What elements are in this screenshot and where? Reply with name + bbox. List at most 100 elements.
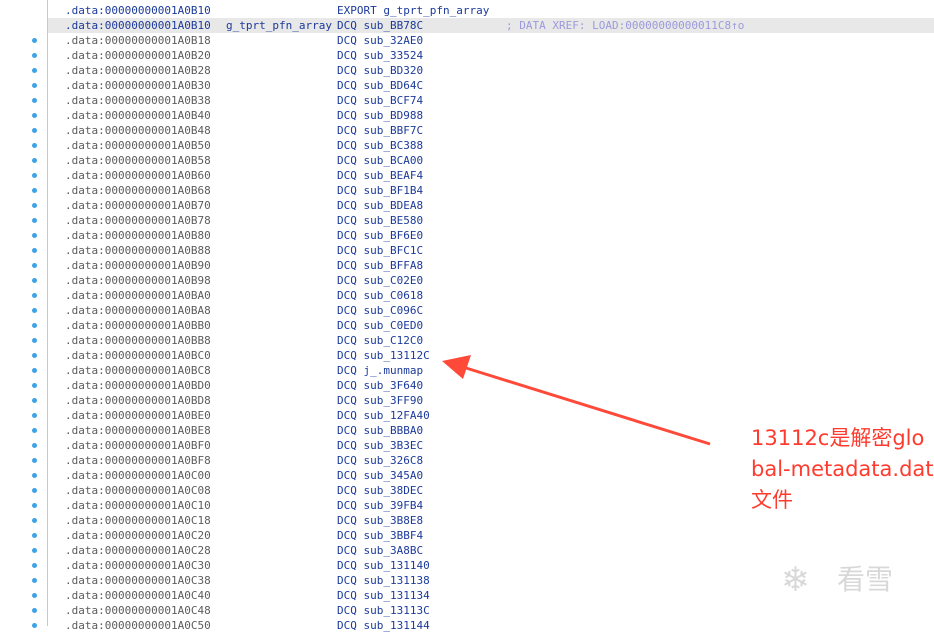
row-instruction: DCQ sub_BD320 <box>337 64 424 77</box>
breakpoint-dot-icon[interactable] <box>32 398 37 403</box>
breakpoint-dot-icon[interactable] <box>32 518 37 523</box>
breakpoint-dot-icon[interactable] <box>32 443 37 448</box>
listing-row[interactable]: .data:00000000001A0B58 DCQ sub_BCA00 <box>48 153 934 168</box>
row-instruction: DCQ sub_BEAF4 <box>337 169 424 182</box>
row-address: .data:00000000001A0B60 <box>65 169 211 182</box>
row-address: .data:00000000001A0B70 <box>65 199 211 212</box>
row-instruction: DCQ sub_BFFA8 <box>337 259 424 272</box>
breakpoint-dot-icon[interactable] <box>32 278 37 283</box>
listing-row[interactable]: .data:00000000001A0BB0 DCQ sub_C0ED0 <box>48 318 934 333</box>
listing-row[interactable]: .data:00000000001A0BD0 DCQ sub_3F640 <box>48 378 934 393</box>
row-address: .data:00000000001A0BB0 <box>65 319 211 332</box>
breakpoint-dot-icon[interactable] <box>32 38 37 43</box>
row-instruction: DCQ sub_3FF90 <box>337 394 424 407</box>
listing-row[interactable]: .data:00000000001A0B48 DCQ sub_BBF7C <box>48 123 934 138</box>
watermark-text: 看雪 <box>837 563 894 596</box>
row-address: .data:00000000001A0B38 <box>65 94 211 107</box>
listing-row[interactable]: .data:00000000001A0B30 DCQ sub_BD64C <box>48 78 934 93</box>
listing-row[interactable]: .data:00000000001A0B88 DCQ sub_BFC1C <box>48 243 934 258</box>
listing-row[interactable]: .data:00000000001A0B98 DCQ sub_C02E0 <box>48 273 934 288</box>
breakpoint-dot-icon[interactable] <box>32 98 37 103</box>
listing-row[interactable]: .data:00000000001A0B18 DCQ sub_32AE0 <box>48 33 934 48</box>
breakpoint-dot-icon[interactable] <box>32 323 37 328</box>
breakpoint-dot-icon[interactable] <box>32 68 37 73</box>
row-instruction: DCQ sub_13112C <box>337 349 430 362</box>
listing-row[interactable]: .data:00000000001A0B78 DCQ sub_BE580 <box>48 213 934 228</box>
breakpoint-dot-icon[interactable] <box>32 503 37 508</box>
row-address: .data:00000000001A0B20 <box>65 49 211 62</box>
breakpoint-dot-icon[interactable] <box>32 563 37 568</box>
listing-row[interactable]: .data:00000000001A0B90 DCQ sub_BFFA8 <box>48 258 934 273</box>
row-instruction: DCQ sub_BBF7C <box>337 124 424 137</box>
row-address: .data:00000000001A0BC8 <box>65 364 211 377</box>
row-address: .data:00000000001A0BF0 <box>65 439 211 452</box>
row-instruction: DCQ sub_33524 <box>337 49 424 62</box>
breakpoint-dot-icon[interactable] <box>32 368 37 373</box>
breakpoint-dot-icon[interactable] <box>32 578 37 583</box>
breakpoint-dot-icon[interactable] <box>32 608 37 613</box>
row-address: .data:00000000001A0C20 <box>65 529 211 542</box>
breakpoint-dot-icon[interactable] <box>32 488 37 493</box>
listing-row[interactable]: .data:00000000001A0B80 DCQ sub_BF6E0 <box>48 228 934 243</box>
breakpoint-dot-icon[interactable] <box>32 173 37 178</box>
breakpoint-dot-icon[interactable] <box>32 413 37 418</box>
breakpoint-dot-icon[interactable] <box>32 293 37 298</box>
row-comment: ; DATA XREF: LOAD:00000000000011C8↑o <box>506 19 745 32</box>
breakpoint-dot-icon[interactable] <box>32 473 37 478</box>
breakpoint-dot-icon[interactable] <box>32 308 37 313</box>
listing-row[interactable]: .data:00000000001A0B20 DCQ sub_33524 <box>48 48 934 63</box>
row-instruction: DCQ sub_BCF74 <box>337 94 424 107</box>
listing-row[interactable]: .data:00000000001A0B10 g_tprt_pfn_array DC… <box>48 18 934 33</box>
row-instruction: DCQ sub_C0ED0 <box>337 319 424 332</box>
row-instruction: DCQ sub_32AE0 <box>337 34 424 47</box>
listing-row[interactable]: .data:00000000001A0C20 DCQ sub_3BBF4 <box>48 528 934 543</box>
breakpoint-dot-icon[interactable] <box>32 203 37 208</box>
listing-row[interactable]: .data:00000000001A0BC0 DCQ sub_13112C <box>48 348 934 363</box>
listing-row[interactable]: .data:00000000001A0B40 DCQ sub_BD988 <box>48 108 934 123</box>
breakpoint-dot-icon[interactable] <box>32 53 37 58</box>
row-address: .data:00000000001A0BE8 <box>65 424 211 437</box>
listing-row[interactable]: .data:00000000001A0BB8 DCQ sub_C12C0 <box>48 333 934 348</box>
breakpoint-dot-icon[interactable] <box>32 248 37 253</box>
breakpoint-dot-icon[interactable] <box>32 83 37 88</box>
listing-row[interactable]: .data:00000000001A0BE0 DCQ sub_12FA40 <box>48 408 934 423</box>
breakpoint-dot-icon[interactable] <box>32 263 37 268</box>
listing-row[interactable]: .data:00000000001A0BA8 DCQ sub_C096C <box>48 303 934 318</box>
row-address: .data:00000000001A0BE0 <box>65 409 211 422</box>
row-instruction: DCQ sub_BDEA8 <box>337 199 424 212</box>
breakpoint-dot-icon[interactable] <box>32 188 37 193</box>
row-address: .data:00000000001A0C48 <box>65 604 211 617</box>
disassembly-listing[interactable]: .data:00000000001A0B10 EXPORT g_tprt_pfn_… <box>48 3 934 633</box>
row-instruction: DCQ sub_BD988 <box>337 109 424 122</box>
breakpoint-dot-icon[interactable] <box>32 128 37 133</box>
breakpoint-dot-icon[interactable] <box>32 383 37 388</box>
breakpoint-dot-icon[interactable] <box>32 533 37 538</box>
listing-row[interactable]: .data:00000000001A0B68 DCQ sub_BF1B4 <box>48 183 934 198</box>
breakpoint-dot-icon[interactable] <box>32 593 37 598</box>
row-address: .data:00000000001A0B10 <box>65 19 211 32</box>
listing-row[interactable]: .data:00000000001A0B28 DCQ sub_BD320 <box>48 63 934 78</box>
listing-row[interactable]: .data:00000000001A0B50 DCQ sub_BC388 <box>48 138 934 153</box>
listing-row[interactable]: .data:00000000001A0B70 DCQ sub_BDEA8 <box>48 198 934 213</box>
listing-gutter <box>0 0 48 628</box>
listing-row[interactable]: .data:00000000001A0B38 DCQ sub_BCF74 <box>48 93 934 108</box>
breakpoint-dot-icon[interactable] <box>32 428 37 433</box>
row-instruction: DCQ sub_326C8 <box>337 454 424 467</box>
breakpoint-dot-icon[interactable] <box>32 338 37 343</box>
breakpoint-dot-icon[interactable] <box>32 143 37 148</box>
breakpoint-dot-icon[interactable] <box>32 113 37 118</box>
breakpoint-dot-icon[interactable] <box>32 458 37 463</box>
breakpoint-dot-icon[interactable] <box>32 158 37 163</box>
breakpoint-dot-icon[interactable] <box>32 218 37 223</box>
listing-row[interactable]: .data:00000000001A0BC8 DCQ j_.munmap <box>48 363 934 378</box>
listing-row[interactable]: .data:00000000001A0BD8 DCQ sub_3FF90 <box>48 393 934 408</box>
listing-row[interactable]: .data:00000000001A0B10 EXPORT g_tprt_pfn_… <box>48 3 934 18</box>
row-instruction: DCQ sub_131138 <box>337 574 430 587</box>
listing-row[interactable]: .data:00000000001A0B60 DCQ sub_BEAF4 <box>48 168 934 183</box>
row-instruction: DCQ sub_39FB4 <box>337 499 424 512</box>
breakpoint-dot-icon[interactable] <box>32 233 37 238</box>
listing-row[interactable]: .data:00000000001A0BA0 DCQ sub_C0618 <box>48 288 934 303</box>
breakpoint-dot-icon[interactable] <box>32 548 37 553</box>
breakpoint-dot-icon[interactable] <box>32 353 37 358</box>
row-address: .data:00000000001A0C10 <box>65 499 211 512</box>
